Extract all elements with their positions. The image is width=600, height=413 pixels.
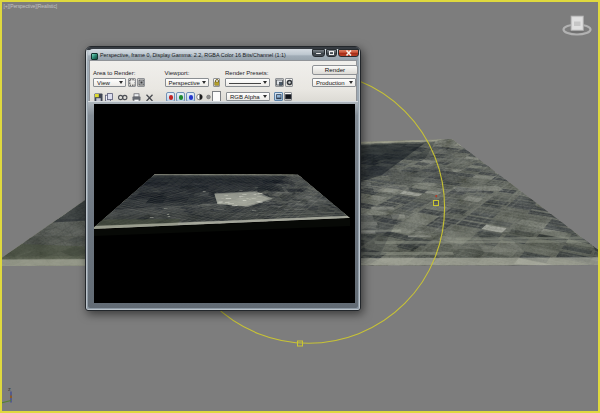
svg-text:z: z — [8, 386, 11, 392]
